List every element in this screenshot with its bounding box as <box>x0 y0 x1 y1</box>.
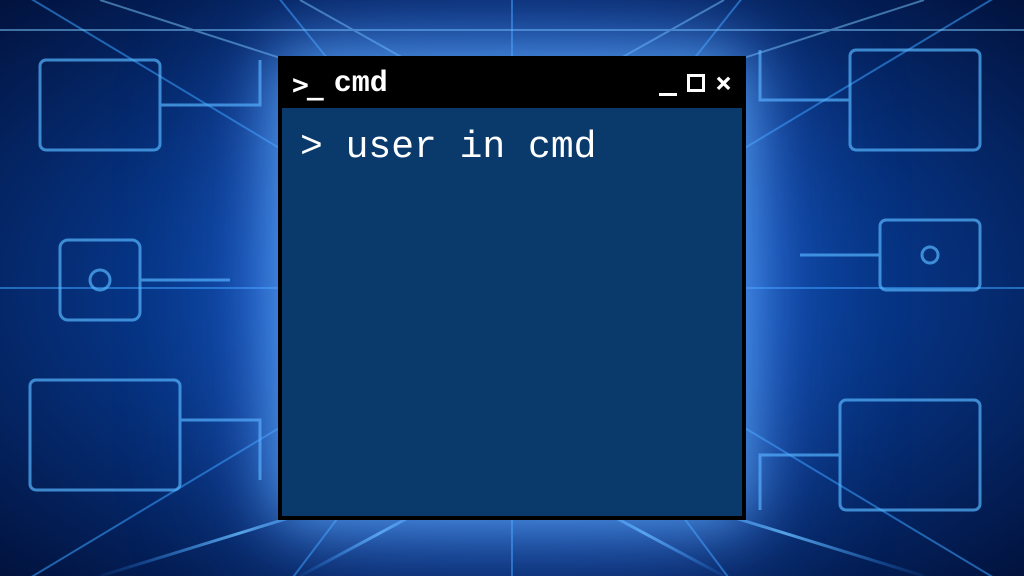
titlebar[interactable]: >_ cmd × <box>282 60 742 108</box>
titlebar-left: >_ cmd <box>292 67 388 101</box>
maximize-button[interactable] <box>687 71 705 97</box>
window-title: cmd <box>334 67 388 101</box>
minimize-button[interactable] <box>659 71 677 97</box>
close-button[interactable]: × <box>715 69 732 97</box>
prompt-char: > <box>300 126 346 169</box>
command-text: user in cmd <box>346 126 597 169</box>
window-controls: × <box>659 70 732 98</box>
terminal-body[interactable]: > user in cmd <box>282 108 742 516</box>
terminal-window: >_ cmd × > user in cmd <box>278 56 746 520</box>
terminal-prompt-icon: >_ <box>292 68 322 101</box>
terminal-glow-wrapper: >_ cmd × > user in cmd <box>278 56 746 520</box>
terminal-line: > user in cmd <box>300 124 724 172</box>
